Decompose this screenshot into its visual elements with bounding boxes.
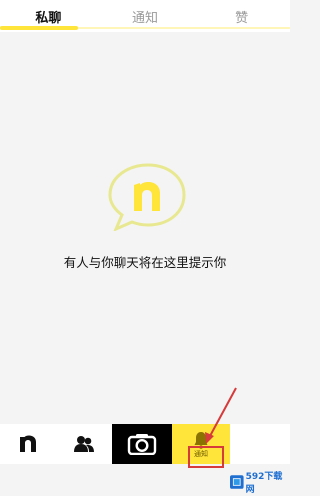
annotation-arrow [205,387,237,444]
tab-likes-label: 赞 [235,10,249,26]
nav-camera[interactable] [112,424,172,464]
watermark-text: 592下载网 [245,472,283,495]
bottom-nav: 通知 [0,424,290,464]
camera-icon [127,434,157,455]
top-tab-bar: 私聊 通知 赞 [0,0,290,32]
tab-divider-line [78,27,290,29]
app-root: 私聊 通知 赞 有人与你聊天将在这里提示你 通知 592下载网 [0,0,290,496]
watermark: 592下载网 [230,468,290,496]
n-logo-icon [20,435,36,452]
nav-home[interactable] [0,424,56,464]
contacts-icon [74,436,94,452]
nav-empty-area [230,424,290,464]
tab-private-chat-label: 私聊 [35,10,62,26]
annotation-highlight-box [188,446,224,468]
watermark-logo-icon [230,475,244,489]
empty-chat-logo-icon [108,163,186,231]
empty-state-message: 有人与你聊天将在这里提示你 [63,255,227,270]
active-tab-indicator [0,26,78,30]
nav-contacts[interactable] [56,424,112,464]
tab-notifications-label: 通知 [132,10,159,26]
